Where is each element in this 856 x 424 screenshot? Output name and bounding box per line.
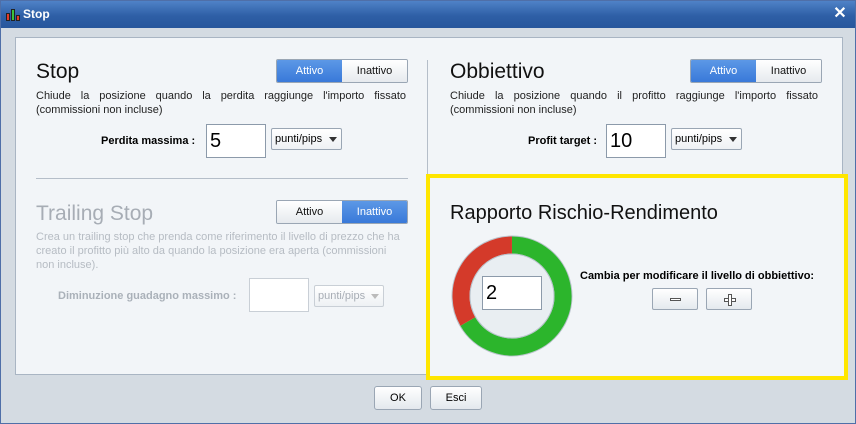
trailing-unit-select[interactable]: punti/pips bbox=[314, 285, 384, 307]
chevron-down-icon bbox=[371, 294, 379, 299]
profit-target-unit-value: punti/pips bbox=[675, 133, 723, 145]
close-icon[interactable]: ✕ bbox=[831, 5, 849, 23]
target-inactive-button[interactable]: Inattivo bbox=[756, 60, 821, 82]
profit-target-input[interactable]: 10 bbox=[606, 124, 666, 158]
chevron-down-icon bbox=[729, 137, 737, 142]
settings-panel: Stop Attivo Inattivo Chiude la posizione… bbox=[15, 37, 848, 380]
stop-description: Chiude la posizione quando la perdita ra… bbox=[36, 90, 406, 116]
max-loss-unit-select[interactable]: punti/pips bbox=[271, 128, 342, 150]
profit-target-unit-select[interactable]: punti/pips bbox=[671, 128, 742, 150]
risk-reward-title: Rapporto Rischio-Rendimento bbox=[450, 202, 718, 224]
trailing-active-button[interactable]: Attivo bbox=[277, 201, 342, 223]
trailing-unit-value: punti/pips bbox=[318, 290, 366, 302]
window-title: Stop bbox=[23, 7, 50, 21]
trailing-stop-title: Trailing Stop bbox=[36, 202, 154, 225]
increase-ratio-button[interactable] bbox=[706, 288, 752, 310]
section-divider-vertical bbox=[427, 60, 428, 174]
max-loss-unit-value: punti/pips bbox=[275, 133, 323, 145]
bar-chart-icon bbox=[6, 7, 21, 21]
trailing-inactive-button[interactable]: Inattivo bbox=[342, 201, 407, 223]
target-active-button[interactable]: Attivo bbox=[691, 60, 756, 82]
stop-title: Stop bbox=[36, 60, 80, 83]
stop-active-button[interactable]: Attivo bbox=[277, 60, 342, 82]
target-title: Obbiettivo bbox=[450, 60, 545, 83]
target-toggle: Attivo Inattivo bbox=[690, 59, 822, 83]
risk-reward-panel: Rapporto Rischio-Rendimento 2 Cambia per… bbox=[426, 174, 848, 380]
ok-button[interactable]: OK bbox=[374, 386, 422, 410]
minus-icon bbox=[670, 298, 681, 301]
profit-target-label: Profit target : bbox=[528, 135, 598, 147]
max-loss-label: Perdita massima : bbox=[101, 135, 196, 147]
trailing-description: Crea un trailing stop che prenda come ri… bbox=[36, 231, 400, 271]
ratio-hint: Cambia per modificare il livello di obbi… bbox=[580, 270, 815, 282]
trailing-label: Diminuzione guadagno massimo : bbox=[58, 290, 237, 302]
target-description: Chiude la posizione quando il profitto r… bbox=[450, 90, 818, 116]
chevron-down-icon bbox=[329, 137, 337, 142]
decrease-ratio-button[interactable] bbox=[652, 288, 698, 310]
stop-toggle: Attivo Inattivo bbox=[276, 59, 408, 83]
trailing-toggle: Attivo Inattivo bbox=[276, 200, 408, 224]
max-loss-input[interactable]: 5 bbox=[206, 124, 266, 158]
ratio-input[interactable]: 2 bbox=[482, 276, 542, 310]
section-divider-horizontal bbox=[36, 178, 408, 179]
stop-inactive-button[interactable]: Inattivo bbox=[342, 60, 407, 82]
title-bar[interactable]: Stop ✕ bbox=[1, 1, 855, 28]
cancel-button[interactable]: Esci bbox=[430, 386, 482, 410]
stop-dialog: Stop ✕ Stop Attivo Inattivo Chiude la po… bbox=[0, 0, 856, 424]
trailing-input[interactable] bbox=[249, 278, 309, 312]
